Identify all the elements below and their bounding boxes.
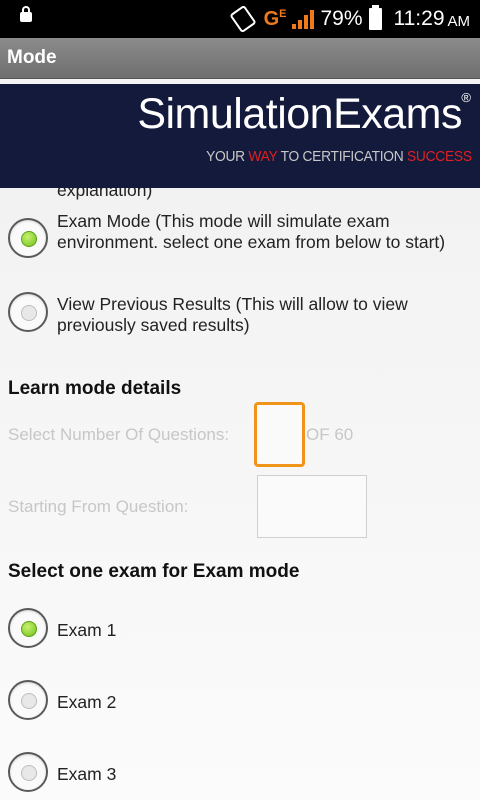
page-title: Mode [7, 47, 57, 68]
clock-ampm: AM [447, 13, 471, 30]
radio-dot [21, 231, 37, 247]
exam-select-heading: Select one exam for Exam mode [8, 561, 300, 582]
radio-dot [21, 765, 37, 781]
learn-mode-heading: Learn mode details [8, 378, 182, 399]
radio-dot [21, 305, 37, 321]
brand-logo-text: SimulationExams [137, 90, 462, 138]
vibrate-icon [228, 4, 257, 34]
select-questions-label: Select Number Of Questions: [8, 425, 230, 444]
exam-3-label[interactable]: Exam 3 [57, 764, 116, 785]
view-results-radio[interactable] [8, 292, 48, 332]
exam-2-radio[interactable] [8, 680, 48, 720]
mode-content[interactable]: explanation) Exam Mode (This mode will s… [0, 188, 480, 800]
battery-icon [368, 5, 382, 30]
questions-count-input[interactable] [254, 402, 305, 467]
tagline-part-highlight: SUCCESS [407, 148, 472, 165]
status-icons: G E 79% 11:29 AM [228, 4, 471, 34]
exam-2-label[interactable]: Exam 2 [57, 692, 116, 713]
tagline-part-highlight: WAY [248, 148, 278, 165]
lock-icon [20, 6, 32, 22]
exam-3-radio[interactable] [8, 752, 48, 792]
exam-mode-radio[interactable] [8, 218, 48, 258]
network-type-label: G [263, 7, 280, 30]
radio-dot [21, 693, 37, 709]
registered-mark: ® [461, 90, 471, 105]
partial-description: explanation) [57, 188, 153, 200]
view-results-label[interactable]: View Previous Results (This will allow t… [57, 294, 467, 336]
starting-question-input[interactable] [257, 475, 367, 538]
of-total-label: OF 60 [306, 425, 354, 444]
exam-1-label[interactable]: Exam 1 [57, 620, 116, 641]
tagline-part: TO CERTIFICATION [277, 148, 408, 165]
signal-icon [292, 9, 315, 29]
action-bar: Mode [0, 38, 480, 79]
brand-tagline: YOUR WAY TO CERTIFICATION SUCCESS [206, 148, 472, 165]
exam-mode-label[interactable]: Exam Mode (This mode will simulate exam … [57, 211, 457, 253]
network-sub-label: E [279, 8, 287, 20]
clock-time: 11:29 [393, 7, 445, 30]
exam-1-radio[interactable] [8, 608, 48, 648]
tagline-part: YOUR [206, 148, 249, 165]
starting-from-label: Starting From Question: [8, 497, 189, 516]
battery-percent: 79% [320, 7, 363, 30]
radio-dot [21, 621, 37, 637]
brand-banner: SimulationExams ® YOUR WAY TO CERTIFICAT… [0, 84, 480, 188]
status-bar: G E 79% 11:29 AM [0, 0, 480, 38]
